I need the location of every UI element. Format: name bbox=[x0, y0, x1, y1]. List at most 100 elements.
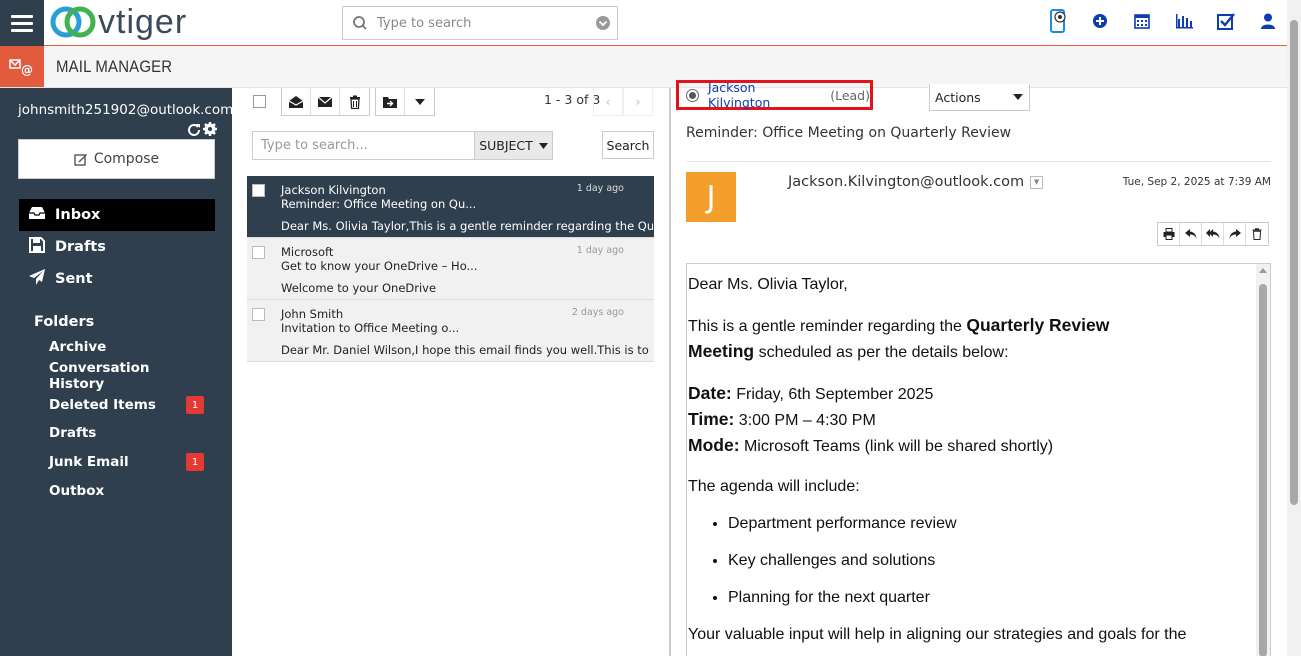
caret-down-icon bbox=[1013, 94, 1023, 100]
folder-inbox[interactable]: Inbox bbox=[19, 199, 215, 231]
forward-button[interactable] bbox=[1224, 223, 1246, 245]
forward-icon bbox=[1229, 229, 1241, 239]
mail-row[interactable]: John Smith Invitation to Office Meeting … bbox=[247, 300, 654, 362]
body-mode-line: Mode: Microsoft Teams (link will be shar… bbox=[688, 433, 1248, 459]
delete-mail-button[interactable] bbox=[1246, 223, 1268, 245]
actions-dropdown[interactable]: Actions bbox=[929, 84, 1030, 111]
mail-preview: Dear Ms. Olivia Taylor,This is a gentle … bbox=[281, 219, 653, 233]
date-label: Date: bbox=[688, 383, 732, 403]
mail-search-box[interactable] bbox=[252, 131, 475, 160]
user-icon[interactable] bbox=[1257, 8, 1279, 34]
trash-icon bbox=[1252, 228, 1262, 240]
global-search[interactable] bbox=[342, 6, 618, 40]
folder-label: Deleted Items bbox=[49, 397, 156, 413]
row-checkbox[interactable] bbox=[252, 184, 265, 197]
linked-record-name[interactable]: Jackson Kilvington bbox=[708, 80, 821, 110]
reading-pane: Jackson Kilvington (Lead) Actions Remind… bbox=[671, 80, 1287, 656]
account-email: johnsmith251902@outlook.com bbox=[18, 102, 234, 118]
mail-from: John Smith bbox=[281, 307, 344, 321]
reply-all-icon bbox=[1205, 229, 1219, 239]
move-to-folder-button[interactable] bbox=[376, 88, 405, 115]
mail-manager-icon: @ bbox=[0, 46, 44, 87]
agenda-item: Department performance review bbox=[728, 505, 1248, 542]
menu-icon[interactable] bbox=[0, 0, 44, 46]
mail-search-input[interactable] bbox=[253, 138, 474, 153]
mail-preview: Dear Mr. Daniel Wilson,I hope this email… bbox=[281, 343, 653, 357]
save-icon bbox=[27, 237, 47, 257]
envelope-icon bbox=[317, 96, 333, 107]
folder-archive[interactable]: Archive bbox=[49, 336, 209, 358]
sender-avatar: J bbox=[686, 172, 736, 222]
folder-sent[interactable]: Sent bbox=[19, 263, 215, 295]
folder-drafts[interactable]: Drafts bbox=[19, 231, 215, 263]
reply-icon bbox=[1184, 229, 1196, 239]
mail-body-scrollbar[interactable] bbox=[1256, 264, 1270, 656]
paper-plane-icon bbox=[27, 268, 47, 290]
compose-button[interactable]: Compose bbox=[18, 139, 215, 179]
page-scrollbar[interactable] bbox=[1287, 0, 1301, 656]
actions-label: Actions bbox=[935, 89, 981, 105]
quick-create-icon[interactable] bbox=[1089, 8, 1111, 34]
folder-conversation-history[interactable]: Conversation History bbox=[49, 360, 209, 392]
body-greeting: Dear Ms. Olivia Taylor, bbox=[688, 276, 848, 293]
refresh-icon[interactable] bbox=[187, 122, 201, 136]
delete-button[interactable] bbox=[340, 88, 369, 115]
mark-unread-button[interactable] bbox=[311, 88, 340, 115]
mail-preview: Welcome to your OneDrive bbox=[281, 281, 437, 295]
logo-text: vtiger bbox=[98, 3, 188, 41]
reply-all-button[interactable] bbox=[1202, 223, 1224, 245]
mail-row[interactable]: Jackson Kilvington Reminder: Office Meet… bbox=[247, 176, 654, 238]
envelope-open-icon bbox=[288, 95, 304, 108]
mail-row[interactable]: Microsoft Get to know your OneDrive – Ho… bbox=[247, 238, 654, 300]
search-field-label: SUBJECT bbox=[479, 138, 533, 153]
linked-record[interactable]: Jackson Kilvington (Lead) bbox=[676, 80, 873, 110]
linked-record-radio[interactable] bbox=[686, 88, 699, 102]
gear-icon[interactable] bbox=[203, 122, 217, 136]
print-button[interactable] bbox=[1158, 223, 1180, 245]
folder-label: Archive bbox=[49, 339, 107, 355]
row-checkbox[interactable] bbox=[252, 308, 265, 321]
mail-subject: Invitation to Office Meeting o... bbox=[281, 321, 460, 335]
mail-date: 1 day ago bbox=[576, 245, 624, 256]
caret-down-icon bbox=[414, 98, 425, 105]
reply-button[interactable] bbox=[1180, 223, 1202, 245]
module-title: MAIL MANAGER bbox=[56, 57, 173, 76]
vtiger-logo[interactable]: vtiger bbox=[50, 2, 187, 42]
mail-subject: Reminder: Office Meeting on Qu... bbox=[281, 197, 477, 211]
folder-label: Drafts bbox=[49, 425, 97, 441]
folder-label: Junk Email bbox=[49, 454, 129, 470]
chevron-down-icon[interactable]: ▼ bbox=[1030, 175, 1044, 189]
mail-from: Microsoft bbox=[281, 245, 334, 259]
compose-label: Compose bbox=[93, 151, 160, 167]
folder-deleted-items[interactable]: Deleted Items 1 bbox=[49, 394, 209, 416]
sender-email: Jackson.Kilvington@outlook.com ▼ bbox=[788, 174, 1044, 190]
chevron-down-icon[interactable] bbox=[589, 13, 617, 33]
mail-actions-group bbox=[281, 88, 370, 116]
move-dropdown-button[interactable] bbox=[405, 88, 434, 115]
mail-body-frame[interactable]: Dear Ms. Olivia Taylor, This is a gentle… bbox=[686, 263, 1271, 656]
select-all-checkbox[interactable] bbox=[253, 95, 266, 108]
module-header: @ MAIL MANAGER bbox=[0, 46, 1287, 88]
search-field-select[interactable]: SUBJECT bbox=[475, 131, 553, 160]
row-checkbox[interactable] bbox=[252, 246, 265, 259]
announcement-icon[interactable] bbox=[1047, 8, 1069, 34]
folder-drafts-sub[interactable]: Drafts bbox=[49, 422, 209, 444]
unread-badge: 1 bbox=[186, 453, 204, 471]
global-search-input[interactable] bbox=[373, 15, 589, 31]
prev-page-button[interactable]: ‹ bbox=[593, 88, 623, 116]
mode-label: Mode: bbox=[688, 435, 740, 455]
mail-subject-heading: Reminder: Office Meeting on Quarterly Re… bbox=[686, 125, 1012, 141]
mark-read-button[interactable] bbox=[282, 88, 311, 115]
reports-icon[interactable] bbox=[1173, 8, 1195, 34]
folder-label: Inbox bbox=[55, 207, 101, 223]
folder-outbox[interactable]: Outbox bbox=[49, 480, 209, 502]
next-page-button[interactable]: › bbox=[623, 88, 653, 116]
folder-junk-email[interactable]: Junk Email 1 bbox=[49, 451, 209, 473]
linked-record-type: (Lead) bbox=[830, 87, 870, 103]
search-button[interactable]: Search bbox=[602, 131, 654, 159]
tasks-icon[interactable] bbox=[1215, 8, 1237, 34]
divider bbox=[686, 161, 1271, 162]
calendar-icon[interactable] bbox=[1131, 8, 1153, 34]
folder-label: Drafts bbox=[55, 239, 106, 255]
agenda-item: Key challenges and solutions bbox=[728, 542, 1248, 579]
